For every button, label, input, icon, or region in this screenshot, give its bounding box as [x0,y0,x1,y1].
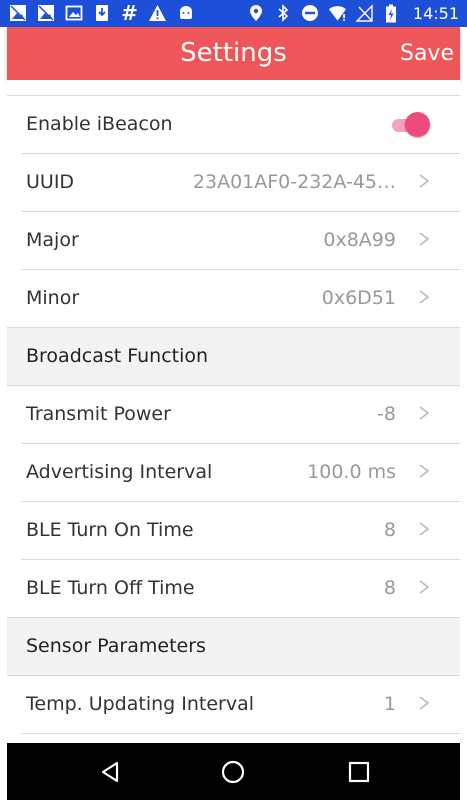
setting-value: 0x6D51 [321,287,396,309]
setting-enable-ibeacon[interactable]: Enable iBeacon [21,96,460,154]
setting-uuid[interactable]: UUID 23A01AF0-232A-45… [21,154,460,212]
status-bar-system: 14:51 [247,2,459,24]
bluetooth-icon [274,4,293,23]
setting-transmit-power[interactable]: Transmit Power -8 [21,386,460,444]
setting-major[interactable]: Major 0x8A99 [21,212,460,270]
recents-icon[interactable] [346,759,372,785]
section-title: Broadcast Function [26,345,209,367]
android-icon [176,4,195,23]
back-icon[interactable] [97,759,123,785]
setting-value: 1 [383,693,396,715]
setting-partial-next[interactable] [21,734,460,743]
photo-icon [8,4,27,23]
navigation-bar [7,743,460,800]
section-title: Sensor Parameters [26,635,206,657]
setting-value: 0x8A99 [323,229,396,251]
setting-minor[interactable]: Minor 0x6D51 [7,270,460,328]
download-icon [92,4,111,23]
chevron-right-icon [419,696,430,710]
chevron-right-icon [419,406,430,420]
do-not-disturb-icon [301,4,320,23]
chevron-right-icon [419,580,430,594]
setting-label: Minor [26,287,80,309]
setting-label: Advertising Interval [26,461,213,483]
chevron-right-icon [419,232,430,246]
setting-label: Temp. Updating Interval [26,693,255,715]
setting-label: UUID [26,171,75,193]
page-title: Settings [180,38,287,68]
settings-list: Enable iBeacon UUID 23A01AF0-232A-45… Ma… [7,80,460,743]
wifi-icon [328,4,347,23]
setting-label: BLE Turn On Time [26,519,194,541]
setting-ble-turn-on-time[interactable]: BLE Turn On Time 8 [21,502,460,560]
status-time: 14:51 [412,3,459,23]
location-icon [247,4,266,23]
section-header-sensor: Sensor Parameters [7,618,460,676]
enable-ibeacon-toggle[interactable] [390,112,430,138]
setting-label: Enable iBeacon [26,113,173,135]
no-sim-icon [355,4,374,23]
toggle-thumb [405,112,430,137]
status-bar-notifications: # [8,2,195,24]
setting-label: Transmit Power [26,403,171,425]
setting-value: 8 [383,577,396,599]
image-icon [64,4,83,23]
app-bar: Settings Save [7,27,460,80]
status-bar: # 14:51 [0,0,467,27]
setting-value: 8 [383,519,396,541]
chevron-right-icon [419,290,430,304]
home-icon[interactable] [220,759,246,785]
setting-value: -8 [377,403,396,425]
chevron-right-icon [419,522,430,536]
save-button[interactable]: Save [400,27,454,80]
setting-label: Major [26,229,79,251]
hash-icon: # [121,0,138,25]
chevron-right-icon [419,464,430,478]
section-header-broadcast: Broadcast Function [7,328,460,386]
setting-value: 100.0 ms [307,461,396,483]
photo-icon [36,4,55,23]
list-top-spacer [7,80,460,96]
battery-charging-icon [382,4,401,23]
setting-temp-updating-interval[interactable]: Temp. Updating Interval 1 [21,676,460,734]
setting-value: 23A01AF0-232A-45… [192,171,396,193]
warning-icon [148,4,167,23]
setting-ble-turn-off-time[interactable]: BLE Turn Off Time 8 [7,560,460,618]
setting-label: BLE Turn Off Time [26,577,195,599]
chevron-right-icon [419,174,430,188]
setting-advertising-interval[interactable]: Advertising Interval 100.0 ms [21,444,460,502]
